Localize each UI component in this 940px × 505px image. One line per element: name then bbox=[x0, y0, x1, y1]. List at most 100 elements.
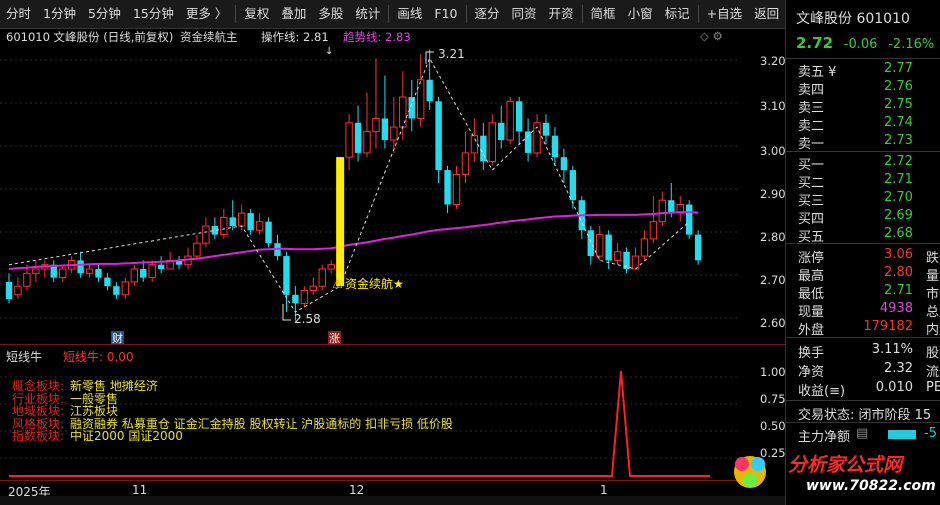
candle-body bbox=[345, 122, 353, 158]
candle-body bbox=[488, 122, 497, 163]
candle-body bbox=[640, 238, 649, 257]
candle-body bbox=[444, 170, 451, 205]
toolbar-item[interactable]: 统计 bbox=[349, 0, 386, 28]
price-change-pct: -2.16% bbox=[888, 37, 935, 52]
swing-line bbox=[8, 57, 690, 313]
candle-body bbox=[668, 200, 675, 214]
sub-tick: 0.75 bbox=[760, 392, 786, 406]
candle-body bbox=[498, 122, 505, 140]
candle-body bbox=[265, 221, 272, 244]
toolbar-item[interactable]: 开资 bbox=[543, 0, 580, 28]
candle-body bbox=[426, 79, 433, 102]
sector-key: 指数板块: bbox=[12, 429, 65, 443]
signal-icon: ⚠ bbox=[332, 277, 343, 291]
quote-panel: 文峰股份 601010 2.72 -0.06 -2.16% 卖五 ¥2.77 卖四… bbox=[785, 0, 940, 505]
signal-label: 资金续航★ bbox=[345, 276, 404, 291]
candlestick-chart[interactable]: 3.212.58资金续航★⚠财 涨↓ bbox=[0, 44, 740, 345]
candle-body bbox=[569, 170, 577, 201]
toolbar-item[interactable]: 同资 bbox=[506, 0, 543, 28]
bid-row[interactable]: 买二 2.71 bbox=[798, 172, 940, 191]
divider bbox=[786, 422, 940, 423]
toolbar-separator bbox=[388, 5, 390, 23]
candle-body bbox=[452, 173, 461, 205]
divider bbox=[786, 151, 940, 152]
bid-row[interactable]: 买一 2.72 bbox=[798, 154, 940, 173]
sub-indicator-name[interactable]: 短线牛 bbox=[6, 348, 42, 365]
candle-body bbox=[32, 268, 40, 274]
toolbar-item[interactable]: 多股 bbox=[312, 0, 349, 28]
toolbar-item[interactable]: 标记 bbox=[659, 0, 696, 28]
bid-row[interactable]: 买四 2.69 bbox=[798, 208, 940, 227]
settings-diamond-icon[interactable]: ◇ ⚙ bbox=[700, 29, 723, 43]
time-label-dec: 12 bbox=[349, 483, 365, 497]
candle-body bbox=[649, 221, 658, 240]
signal-bar bbox=[336, 157, 345, 287]
toolbar-item[interactable]: 5分钟 bbox=[82, 0, 127, 28]
candle-body bbox=[193, 242, 201, 257]
toolbar: 分时 1分钟 5分钟 15分钟 更多 〉复权 叠加 多股 统计 画线 F10 逐分 同资 开资 简框 小窗标… bbox=[0, 0, 785, 29]
toolbar-separator bbox=[581, 5, 583, 23]
logo-url: www.70822.com bbox=[806, 478, 936, 494]
candle-body bbox=[318, 268, 326, 287]
candle-body bbox=[435, 101, 442, 171]
bid-row[interactable]: 买三 2.70 bbox=[798, 190, 940, 209]
candle-body bbox=[238, 212, 246, 227]
logo-text: 分析家公式网 bbox=[788, 454, 903, 476]
candle-body bbox=[85, 268, 94, 274]
toolbar-item[interactable]: 叠加 bbox=[275, 0, 312, 28]
stock-title: 601010 文峰股份 (日线,前复权) bbox=[6, 30, 174, 44]
indicator-name[interactable]: 资金续航主 bbox=[180, 29, 238, 45]
candle-body bbox=[542, 122, 550, 136]
candle-body bbox=[59, 268, 67, 279]
trend-line bbox=[8, 211, 699, 270]
candle-body bbox=[140, 269, 147, 278]
toolbar-item[interactable]: 1分钟 bbox=[37, 0, 82, 28]
candle-body bbox=[658, 199, 667, 223]
ask-row[interactable]: 卖二 2.74 bbox=[798, 115, 940, 134]
candle-body bbox=[605, 234, 612, 261]
sector-value: 中证2000 国证2000 bbox=[70, 429, 183, 443]
price-tick: 2.60 bbox=[760, 316, 786, 330]
candle-body bbox=[551, 135, 559, 158]
toolbar-item[interactable]: 返回 bbox=[748, 0, 785, 28]
sub-tick: 1.00 bbox=[760, 365, 786, 379]
ask-row[interactable]: 卖五 ¥2.77 bbox=[798, 61, 940, 80]
toolbar-item[interactable]: 小窗 bbox=[622, 0, 659, 28]
candle-body bbox=[613, 251, 622, 261]
toolbar-item[interactable]: 复权 bbox=[238, 0, 275, 28]
bid-row[interactable]: 买五 2.68 bbox=[798, 226, 940, 245]
candle-body bbox=[381, 118, 389, 140]
time-label-jan: 1 bbox=[600, 483, 608, 497]
candle-body bbox=[148, 264, 156, 279]
price-tick: 2.80 bbox=[760, 230, 786, 244]
toolbar-item[interactable]: F10 bbox=[428, 0, 463, 28]
toolbar-item[interactable]: 简框 bbox=[585, 0, 622, 28]
chart-header: 601010 文峰股份 (日线,前复权) 资金续航主 操作线: 2.81 趋势线… bbox=[0, 28, 785, 44]
toolbar-item[interactable]: +自选 bbox=[701, 0, 748, 28]
bottom-tab-strip bbox=[0, 496, 785, 505]
ask-row[interactable]: 卖四 2.76 bbox=[798, 79, 940, 98]
candle-body bbox=[363, 130, 371, 154]
candle-body bbox=[506, 100, 514, 141]
stock-name: 文峰股份 601010 bbox=[796, 11, 910, 27]
toolbar-item[interactable]: 画线 bbox=[391, 0, 428, 28]
ask-row[interactable]: 卖三 2.75 bbox=[798, 97, 940, 116]
candle-body bbox=[202, 225, 210, 244]
toolbar-item[interactable]: 更多 〉 bbox=[180, 0, 233, 28]
toolbar-item[interactable]: 分时 bbox=[0, 0, 37, 28]
price-tick: 2.90 bbox=[760, 187, 786, 201]
candle-body bbox=[560, 157, 568, 171]
time-label-nov: 11 bbox=[132, 483, 148, 497]
candle-body bbox=[372, 118, 380, 132]
ask-row[interactable]: 卖一 2.73 bbox=[798, 133, 940, 152]
divider bbox=[786, 243, 940, 244]
candle-body bbox=[283, 256, 290, 295]
toolbar-item[interactable]: 逐分 bbox=[469, 0, 506, 28]
toolbar-item[interactable]: 15分钟 bbox=[127, 0, 180, 28]
price-axis: 3.20 3.10 3.00 2.90 2.80 2.70 2.60 1.00 0.75 0.50… bbox=[740, 44, 786, 484]
candle-body bbox=[631, 255, 640, 270]
sector-key: 地域板块: bbox=[12, 404, 65, 418]
candle-body bbox=[104, 277, 111, 287]
candle-body bbox=[694, 234, 702, 261]
price-tick: 2.70 bbox=[760, 273, 786, 287]
